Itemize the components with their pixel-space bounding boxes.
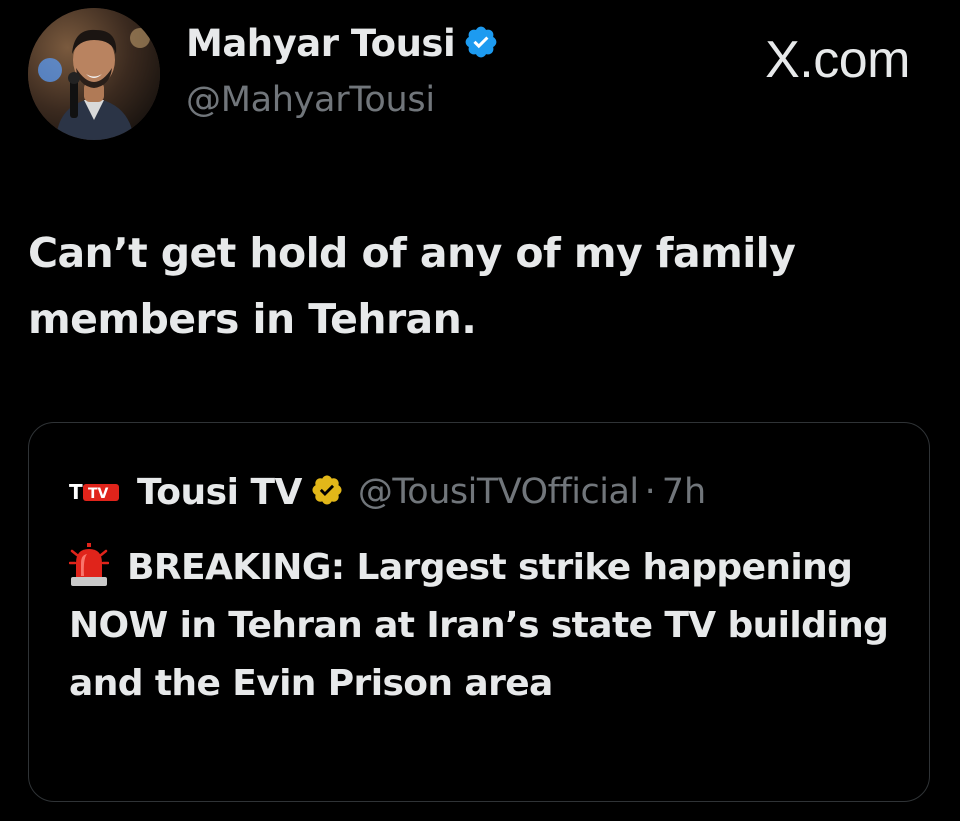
author-name[interactable]: Mahyar Tousi [186,22,499,69]
avatar[interactable] [28,8,160,140]
quoted-tweet-timestamp[interactable]: 7h [662,472,706,512]
svg-text:TV: TV [88,486,109,502]
source-label: X.com [765,31,910,89]
quoted-tweet-body: BREAKING: Largest strike happening NOW i… [69,547,889,704]
svg-text:T: T [69,480,83,504]
police-siren-icon [68,543,110,587]
quoted-author-handle[interactable]: @TousiTVOfficial [358,472,639,512]
quoted-tweet-card[interactable]: T TV Tousi TV @TousiTVOfficial · 7h BREA… [28,422,930,802]
meta-separator: · [644,472,656,512]
quoted-tweet-text: BREAKING: Largest strike happening NOW i… [68,539,899,713]
quoted-tweet-header: T TV Tousi TV @TousiTVOfficial · 7h [69,467,706,517]
tweet-text: Can’t get hold of any of my family membe… [28,229,796,343]
quoted-author-name[interactable]: Tousi TV [137,472,302,513]
tousi-tv-logo-icon: T TV [69,479,121,505]
profile-photo [28,8,160,140]
author-name-text: Mahyar Tousi [186,22,456,65]
verified-badge-icon [463,24,499,69]
author-handle[interactable]: @MahyarTousi [186,80,435,120]
gold-verified-badge-icon [310,473,344,511]
